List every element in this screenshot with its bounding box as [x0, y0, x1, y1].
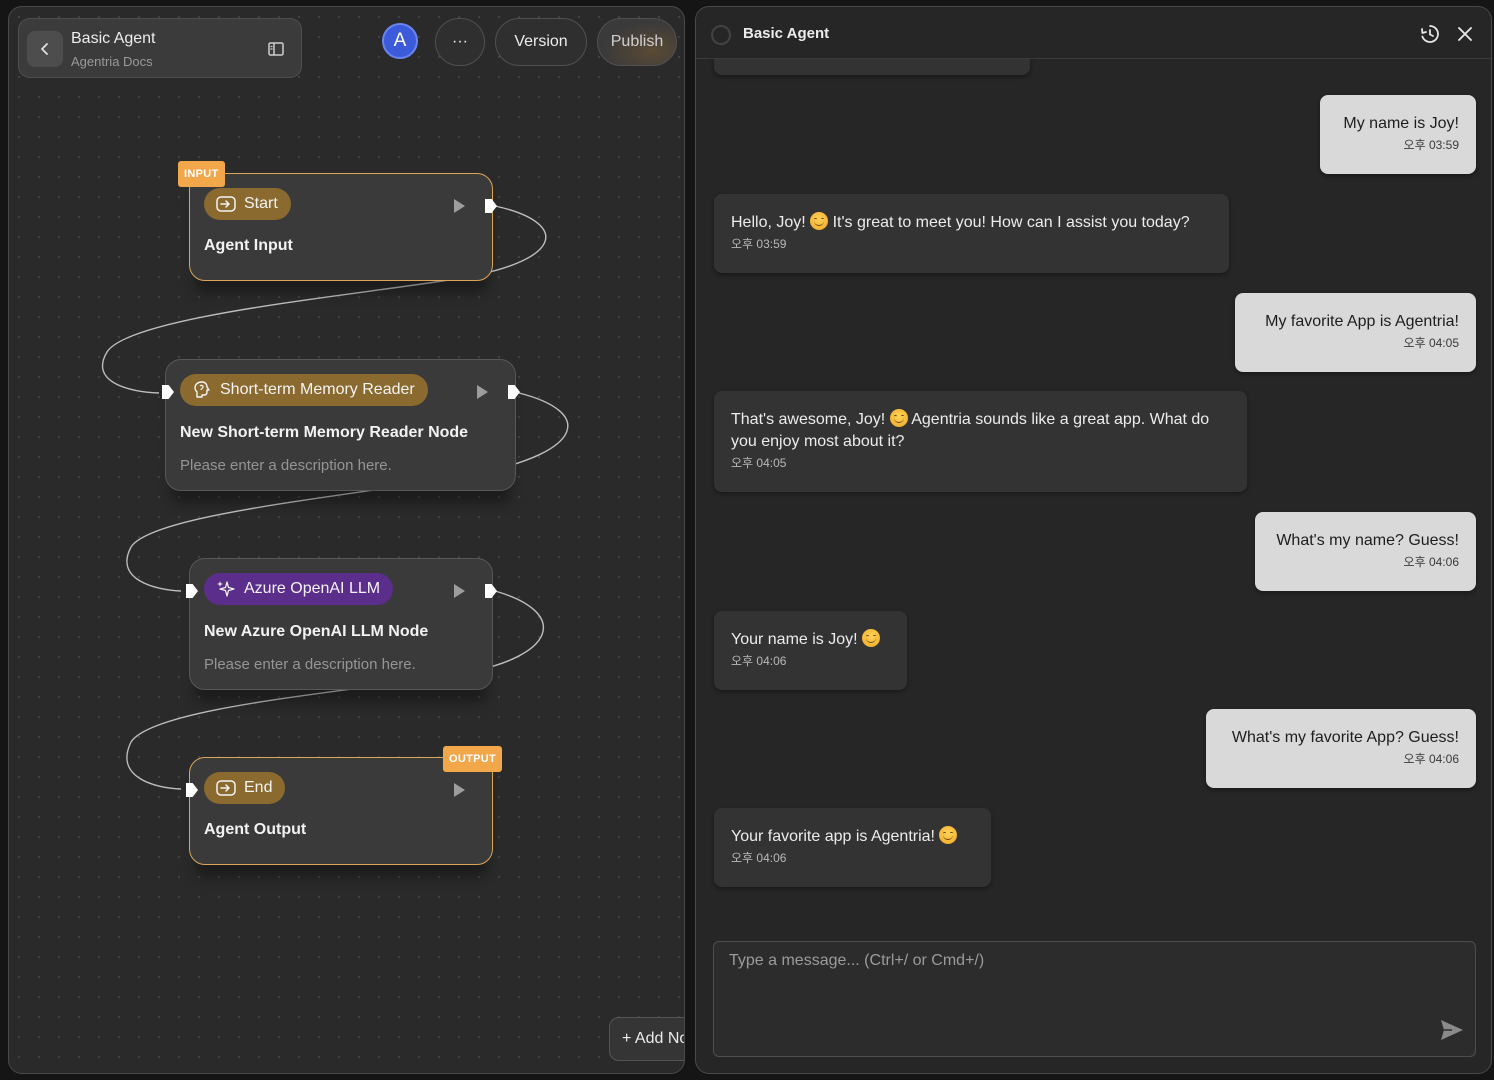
agent-message: Your name is Joy! 오후 04:06 — [714, 611, 907, 690]
azure-llm-node-title: New Azure OpenAI LLM Node — [204, 623, 429, 640]
start-node[interactable]: Start Agent Input — [189, 173, 497, 281]
message-time: 오후 04:06 — [731, 851, 787, 865]
start-badge: Start — [204, 188, 291, 220]
add-node-button[interactable]: + Add Node — [609, 1017, 684, 1061]
smile-emoji-icon — [862, 629, 881, 647]
end-badge-label: End — [244, 779, 273, 796]
memory-reader-node[interactable]: Short-term Memory Reader New Short-term … — [162, 359, 520, 491]
enter-icon — [216, 780, 236, 796]
azure-llm-node[interactable]: Azure OpenAI LLM New Azure OpenAI LLM No… — [186, 558, 497, 690]
output-tag: OUTPUT — [443, 746, 503, 772]
message-text: My name is Joy! — [1343, 115, 1459, 132]
agent-message: That's awesome, Joy! Agentria sounds lik… — [714, 391, 1247, 492]
input-port[interactable] — [186, 584, 198, 598]
message-time: 오후 03:59 — [731, 237, 787, 251]
user-message: What's my favorite App? Guess! 오후 04:06 — [1206, 709, 1476, 788]
message-list[interactable]: My name is Joy! 오후 03:59 Hello, Joy! It'… — [696, 59, 1491, 929]
history-icon[interactable] — [1419, 23, 1441, 45]
input-port[interactable] — [162, 385, 174, 399]
user-message: My name is Joy! 오후 03:59 — [1320, 95, 1476, 174]
message-time: 오후 03:59 — [1403, 138, 1459, 152]
message-input[interactable] — [714, 942, 1475, 1056]
sparkles-icon — [217, 581, 235, 597]
message-time: 오후 04:06 — [1403, 555, 1459, 569]
message-time: 오후 04:05 — [731, 456, 787, 470]
memory-reader-node-title: New Short-term Memory Reader Node — [180, 424, 469, 441]
memory-reader-node-description: Please enter a description here. — [180, 457, 392, 474]
message-text: Your name is Joy! — [731, 629, 890, 651]
brain-icon — [194, 381, 210, 398]
message-text: Hello, Joy! It's great to meet you! How … — [731, 212, 1190, 231]
play-icon[interactable] — [454, 584, 465, 598]
play-icon[interactable] — [454, 783, 465, 797]
azure-llm-badge: Azure OpenAI LLM — [204, 573, 394, 605]
start-node-title: Agent Input — [204, 237, 293, 254]
user-message: What's my name? Guess! 오후 04:06 — [1255, 512, 1476, 591]
agent-logo-icon — [711, 25, 731, 45]
agent-message: Hello, Joy! It's great to meet you! How … — [714, 194, 1229, 273]
input-port[interactable] — [186, 783, 198, 797]
user-message: My favorite App is Agentria! 오후 04:05 — [1235, 293, 1476, 372]
flow-canvas[interactable]: Basic Agent Agentria Docs A ··· Version … — [8, 6, 685, 1074]
play-icon[interactable] — [454, 199, 465, 213]
azure-llm-node-description: Please enter a description here. — [204, 656, 416, 673]
enter-icon — [216, 196, 236, 212]
smile-emoji-icon — [810, 212, 829, 230]
chat-header: Basic Agent — [696, 7, 1491, 59]
message-text: That's awesome, Joy! Agentria sounds lik… — [731, 409, 1210, 450]
close-icon[interactable] — [1454, 23, 1476, 45]
end-badge: End — [204, 772, 286, 804]
send-icon[interactable] — [1439, 1018, 1465, 1042]
smile-emoji-icon — [889, 409, 908, 427]
play-icon[interactable] — [477, 385, 488, 399]
message-partial — [714, 59, 1030, 75]
message-text: What's my favorite App? Guess! — [1231, 729, 1459, 746]
end-node[interactable]: End Agent Output — [186, 757, 493, 865]
memory-reader-badge: Short-term Memory Reader — [180, 374, 428, 406]
message-composer — [713, 941, 1476, 1057]
memory-reader-badge-label: Short-term Memory Reader — [220, 381, 415, 398]
azure-llm-badge-label: Azure OpenAI LLM — [244, 580, 381, 597]
node-connectors — [101, 205, 569, 790]
end-node-title: Agent Output — [204, 821, 307, 838]
chat-title: Basic Agent — [743, 25, 830, 42]
start-badge-label: Start — [244, 195, 278, 212]
message-time: 오후 04:05 — [1403, 336, 1459, 350]
chat-panel: Basic Agent My name is Joy! 오후 03:59 Hel… — [695, 6, 1492, 1074]
message-text: Your favorite app is Agentria! — [731, 826, 974, 848]
message-time: 오후 04:06 — [1403, 752, 1459, 766]
smile-emoji-icon — [939, 826, 958, 844]
message-text: My favorite App is Agentria! — [1265, 313, 1459, 330]
message-time: 오후 04:06 — [731, 654, 787, 668]
agent-message: Your favorite app is Agentria! 오후 04:06 — [714, 808, 991, 887]
message-text: What's my name? Guess! — [1276, 532, 1459, 549]
input-tag: INPUT — [178, 161, 225, 187]
